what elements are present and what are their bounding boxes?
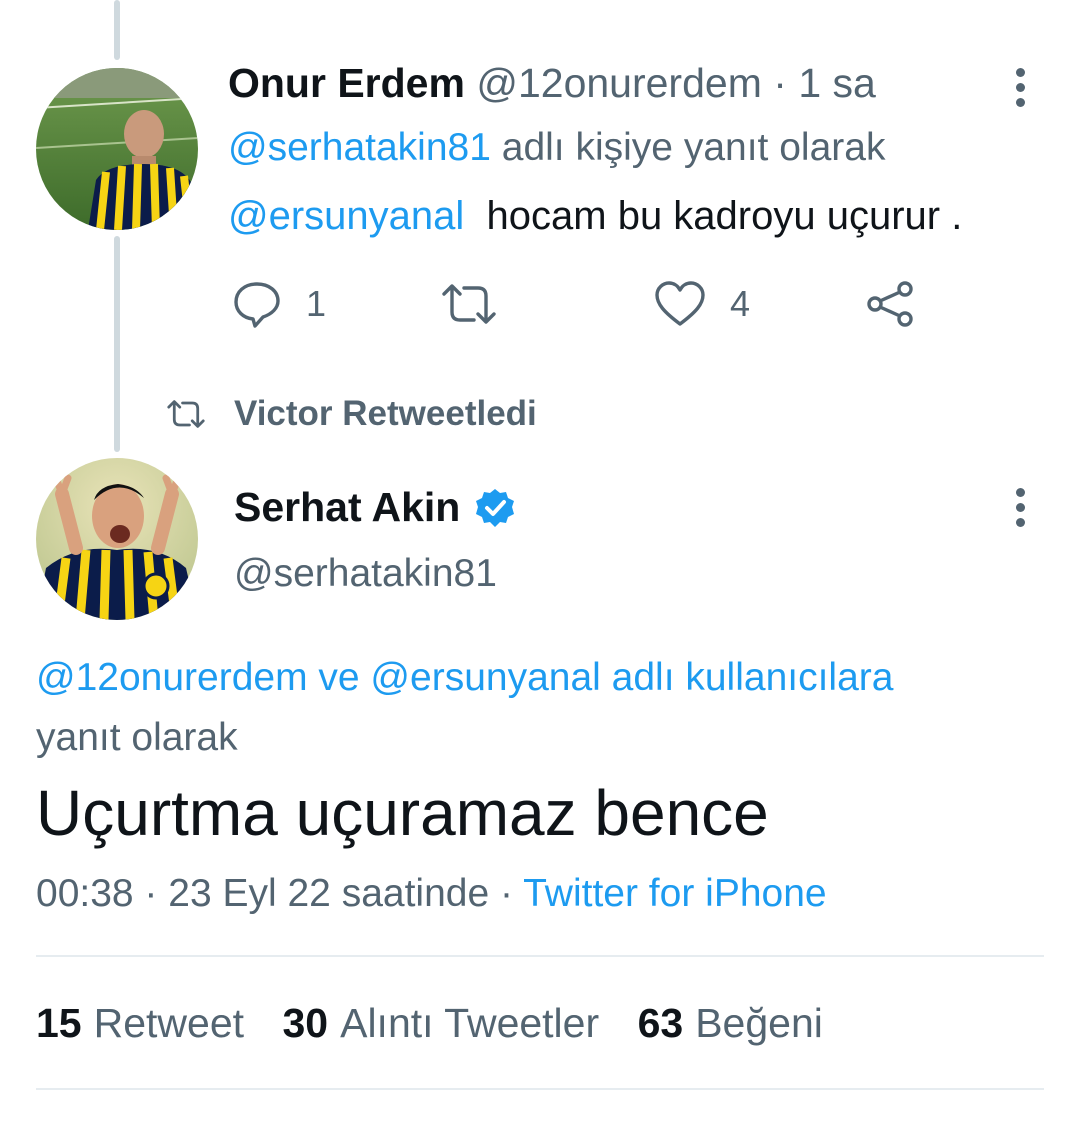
reply-tweet-text: @ersunyanal hocam bu kadroyu uçurur .	[228, 194, 962, 239]
share-icon	[867, 281, 913, 327]
stat-quote-tweets-count: 30	[282, 1000, 329, 1046]
time-separator: ·	[773, 60, 787, 106]
stat-retweets[interactable]: 15 Retweet	[36, 1000, 244, 1047]
thread-line-middle	[114, 236, 120, 452]
main-tweet-text: Uçurtma uçuramaz bence	[36, 777, 769, 849]
reply-more-options-icon[interactable]	[1014, 68, 1026, 107]
reply-to-suffix: adlı kişiye yanıt olarak	[501, 126, 886, 169]
tweet-stats: 15 Retweet 30 Alıntı Tweetler 63 Beğeni	[36, 1000, 857, 1047]
like-count: 4	[730, 283, 751, 324]
retweeted-by-banner[interactable]: Victor Retweetledi	[166, 394, 537, 434]
retweet-icon	[442, 284, 496, 324]
stat-retweets-count: 15	[36, 1000, 82, 1046]
reply-to-handle-link[interactable]: @serhatakin81	[228, 126, 491, 169]
main-reply-context-handles[interactable]: @12onurerdem ve @ersunyanal adlı kullanı…	[36, 656, 893, 700]
main-tweet-meta: 00:38 · 23 Eyl 22 saatinde · Twitter for…	[36, 872, 827, 916]
reply-context: @serhatakin81 adlı kişiye yanıt olarak	[228, 126, 885, 170]
main-tweet-source-link[interactable]: Twitter for iPhone	[523, 872, 826, 915]
divider-top	[36, 955, 1044, 957]
mention-link[interactable]: @ersunyanal	[228, 194, 464, 238]
reply-tweet-header: Onur Erdem @12onurerdem · 1 sa	[228, 60, 876, 107]
main-author-handle[interactable]: @serhatakin81	[234, 552, 497, 596]
thread-line-top	[114, 0, 120, 60]
reply-tweet-time[interactable]: 1 sa	[798, 60, 876, 106]
main-author-row: Serhat Akin	[234, 484, 516, 531]
stat-likes[interactable]: 63 Beğeni	[638, 1000, 823, 1047]
reply-action-button[interactable]: 1	[232, 280, 326, 328]
stat-likes-count: 63	[637, 1000, 684, 1046]
main-reply-context-suffix: yanıt olarak	[36, 716, 238, 759]
reply-author-handle[interactable]: @12onurerdem	[476, 60, 762, 106]
like-action-button[interactable]: 4	[654, 280, 750, 328]
reply-tweet-body: hocam bu kadroyu uçurur .	[486, 194, 963, 238]
avatar-onur-erdem[interactable]	[36, 68, 198, 230]
share-action-button[interactable]	[866, 280, 916, 328]
retweeted-by-label: Victor Retweetledi	[234, 394, 537, 433]
stat-likes-label: Beğeni	[695, 1000, 823, 1046]
stat-retweets-label: Retweet	[93, 1000, 245, 1046]
main-tweet-timestamp[interactable]: 00:38 · 23 Eyl 22 saatinde ·	[36, 872, 513, 915]
stat-quote-tweets[interactable]: 30 Alıntı Tweetler	[282, 1000, 599, 1047]
retweet-icon	[167, 400, 205, 428]
main-more-options-icon[interactable]	[1014, 488, 1026, 527]
reply-author-name[interactable]: Onur Erdem	[228, 60, 465, 106]
avatar-serhat-akin[interactable]	[36, 458, 198, 620]
divider-bottom	[36, 1088, 1044, 1090]
heart-icon	[655, 281, 705, 326]
retweet-action-button[interactable]	[440, 282, 522, 326]
stat-quote-tweets-label: Alıntı Tweetler	[340, 1000, 600, 1046]
main-author-name[interactable]: Serhat Akin	[234, 484, 460, 531]
reply-count: 1	[306, 283, 327, 324]
verified-badge-icon	[476, 488, 515, 527]
reply-icon	[234, 282, 280, 328]
